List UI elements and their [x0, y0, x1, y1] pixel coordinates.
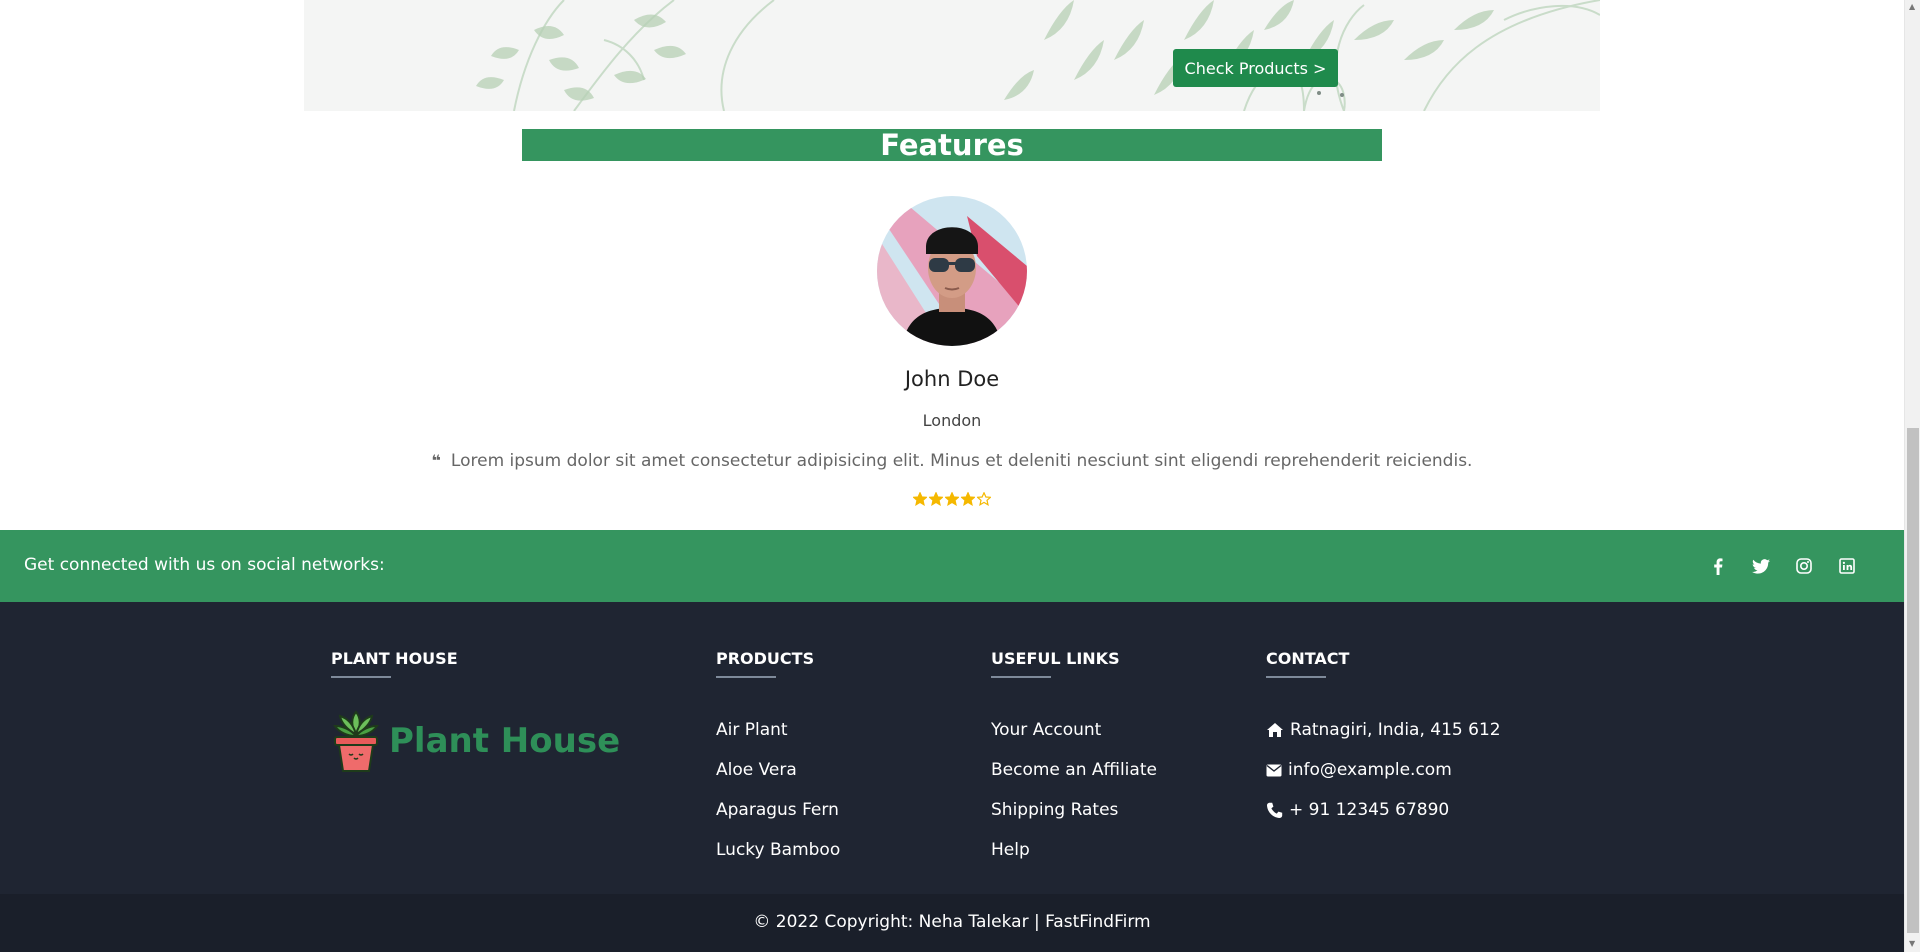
- scrollbar-thumb[interactable]: [1907, 428, 1919, 933]
- home-icon: [1267, 723, 1283, 737]
- envelope-icon: [1266, 764, 1282, 776]
- social-icons: [1708, 556, 1856, 576]
- features-heading: Features: [522, 129, 1382, 161]
- contact-phone[interactable]: + 91 12345 67890: [1266, 790, 1501, 830]
- contact-phone-text: + 91 12345 67890: [1289, 800, 1450, 820]
- rating-stars: [0, 491, 1904, 510]
- footer-useful-link[interactable]: Your Account: [991, 710, 1157, 750]
- testimonial-city: London: [922, 411, 982, 430]
- scroll-up-arrow-icon[interactable]: ▲: [1909, 3, 1917, 11]
- logo-text: Plant House: [389, 721, 621, 761]
- heading-underline: [331, 676, 391, 678]
- star-filled-icon: [913, 492, 927, 506]
- contact-address-text: Ratnagiri, India, 415 612: [1290, 720, 1501, 740]
- contact-email-text: info@example.com: [1288, 760, 1452, 780]
- contact-address: Ratnagiri, India, 415 612: [1266, 710, 1501, 750]
- footer-products-column: PRODUCTS Air Plant Aloe Vera Aparagus Fe…: [716, 649, 840, 870]
- contact-email[interactable]: info@example.com: [1266, 750, 1501, 790]
- hero-banner: Check Products >: [304, 0, 1600, 111]
- social-bar: Get connected with us on social networks…: [0, 530, 1904, 602]
- testimonial-name: John Doe: [904, 367, 1000, 391]
- footer-brand-heading: PLANT HOUSE: [331, 649, 458, 668]
- vertical-scrollbar[interactable]: ▲ ▼: [1904, 0, 1920, 952]
- hero-leaf-illustration: [476, 0, 1600, 111]
- star-filled-icon: [929, 492, 943, 506]
- footer-contact-heading: CONTACT: [1266, 649, 1350, 668]
- social-bar-text: Get connected with us on social networks…: [24, 555, 385, 575]
- heading-underline: [991, 676, 1051, 678]
- instagram-icon[interactable]: [1794, 556, 1813, 576]
- footer-brand-column: PLANT HOUSE Plant House: [331, 649, 620, 774]
- twitter-icon[interactable]: [1751, 556, 1770, 576]
- quote-left-icon: ❝: [431, 451, 441, 470]
- star-filled-icon: [945, 492, 959, 506]
- footer-useful-link[interactable]: Become an Affiliate: [991, 750, 1157, 790]
- footer-product-link[interactable]: Air Plant: [716, 710, 840, 750]
- heading-underline: [716, 676, 776, 678]
- phone-icon: [1267, 802, 1283, 818]
- star-empty-icon: [977, 492, 991, 506]
- star-filled-icon: [961, 492, 975, 506]
- footer-useful-link[interactable]: Shipping Rates: [991, 790, 1157, 830]
- footer-product-link[interactable]: Lucky Bamboo: [716, 830, 840, 870]
- page: Check Products > Features John Doe Londo…: [0, 0, 1904, 952]
- linkedin-icon[interactable]: [1837, 556, 1856, 576]
- footer-useful-link[interactable]: Help: [991, 830, 1157, 870]
- scroll-down-arrow-icon[interactable]: ▼: [1909, 940, 1917, 948]
- footer-useful-links-column: USEFUL LINKS Your Account Become an Affi…: [991, 649, 1157, 870]
- footer-contact-column: CONTACT Ratnagiri, India, 415 612 info@e…: [1266, 649, 1501, 830]
- heading-underline: [1266, 676, 1326, 678]
- testimonial-avatar: [877, 196, 1027, 346]
- footer-products-heading: PRODUCTS: [716, 649, 815, 668]
- footer-product-link[interactable]: Aloe Vera: [716, 750, 840, 790]
- plant-house-logo[interactable]: Plant House: [331, 708, 620, 774]
- testimonial-quote-text: Lorem ipsum dolor sit amet consectetur a…: [450, 451, 1473, 471]
- footer: PLANT HOUSE Plant House PRODUCTS Air Pla…: [0, 602, 1904, 894]
- footer-useful-links-heading: USEFUL LINKS: [991, 649, 1120, 668]
- footer-product-link[interactable]: Aparagus Fern: [716, 790, 840, 830]
- potted-plant-icon: [333, 710, 379, 772]
- copyright-bar: © 2022 Copyright: Neha Talekar | FastFin…: [0, 894, 1904, 952]
- check-products-button[interactable]: Check Products >: [1173, 49, 1338, 87]
- testimonial-quote: ❝ Lorem ipsum dolor sit amet consectetur …: [0, 451, 1904, 471]
- facebook-icon[interactable]: [1708, 556, 1727, 576]
